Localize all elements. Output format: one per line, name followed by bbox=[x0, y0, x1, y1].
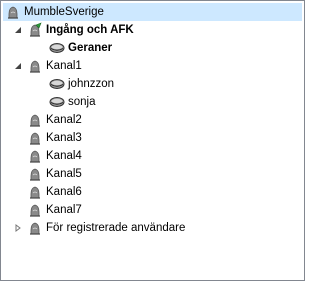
user-talk-icon bbox=[49, 94, 65, 110]
channel-row-label: Kanal7 bbox=[46, 204, 82, 216]
channel-icon bbox=[27, 130, 43, 146]
channel-row[interactable]: Kanal5 bbox=[1, 165, 302, 183]
channel-row-label: Kanal2 bbox=[46, 114, 82, 126]
collapse-arrow-icon[interactable] bbox=[13, 25, 23, 35]
channel-icon bbox=[27, 220, 43, 236]
channel-row-content: Kanal2 bbox=[27, 111, 82, 129]
user-row-content: sonja bbox=[49, 93, 96, 111]
user-row-content: johnzzon bbox=[49, 75, 114, 93]
user-talk-icon bbox=[49, 76, 65, 92]
channel-row-content: Ingång och AFK bbox=[27, 21, 134, 39]
channel-row-label: Kanal6 bbox=[46, 186, 82, 198]
channel-row[interactable]: Kanal4 bbox=[1, 147, 302, 165]
channel-row-label: Kanal5 bbox=[46, 168, 82, 180]
channel-row-label: Kanal1 bbox=[46, 60, 82, 72]
channel-row-content: Kanal7 bbox=[27, 201, 82, 219]
user-row[interactable]: Geraner bbox=[1, 39, 302, 57]
channel-icon bbox=[27, 166, 43, 182]
channel-row-content: För registrerade användare bbox=[27, 219, 185, 237]
channel-row[interactable]: Kanal7 bbox=[1, 201, 302, 219]
channel-tree[interactable]: MumbleSverige Ingång och AFK Geraner Kanal… bbox=[0, 0, 305, 281]
channel-row[interactable]: Kanal6 bbox=[1, 183, 302, 201]
user-row-label: johnzzon bbox=[68, 78, 115, 90]
channel-row[interactable]: För registrerade användare bbox=[1, 219, 302, 237]
server-row[interactable]: MumbleSverige bbox=[3, 3, 302, 21]
channel-row[interactable]: Kanal3 bbox=[1, 129, 302, 147]
channel-joined-icon bbox=[27, 22, 43, 38]
channel-row-label: Kanal3 bbox=[46, 132, 82, 144]
channel-row[interactable]: Ingång och AFK bbox=[1, 21, 302, 39]
channel-icon bbox=[27, 112, 43, 128]
collapse-arrow-icon[interactable] bbox=[13, 61, 23, 71]
channel-row[interactable]: Kanal2 bbox=[1, 111, 302, 129]
channel-icon bbox=[27, 58, 43, 74]
user-row-content: Geraner bbox=[49, 39, 112, 57]
expand-arrow-icon[interactable] bbox=[13, 223, 23, 233]
server-name: MumbleSverige bbox=[24, 6, 104, 18]
channel-row-label: För registrerade användare bbox=[46, 222, 186, 234]
channel-row-label: Kanal4 bbox=[46, 150, 82, 162]
channel-row-content: Kanal3 bbox=[27, 129, 82, 147]
user-talk-icon bbox=[49, 40, 65, 56]
user-row[interactable]: sonja bbox=[1, 93, 302, 111]
channel-row-content: Kanal4 bbox=[27, 147, 82, 165]
user-row-label: sonja bbox=[68, 96, 96, 108]
server-icon bbox=[5, 4, 21, 20]
channel-icon bbox=[27, 202, 43, 218]
channel-icon bbox=[27, 184, 43, 200]
channel-row[interactable]: Kanal1 bbox=[1, 57, 302, 75]
channel-row-label: Ingång och AFK bbox=[46, 24, 134, 36]
channel-row-content: Kanal1 bbox=[27, 57, 82, 75]
channel-row-content: Kanal6 bbox=[27, 183, 82, 201]
user-row[interactable]: johnzzon bbox=[1, 75, 302, 93]
user-row-label: Geraner bbox=[68, 42, 113, 54]
channel-row-content: Kanal5 bbox=[27, 165, 82, 183]
channel-icon bbox=[27, 148, 43, 164]
